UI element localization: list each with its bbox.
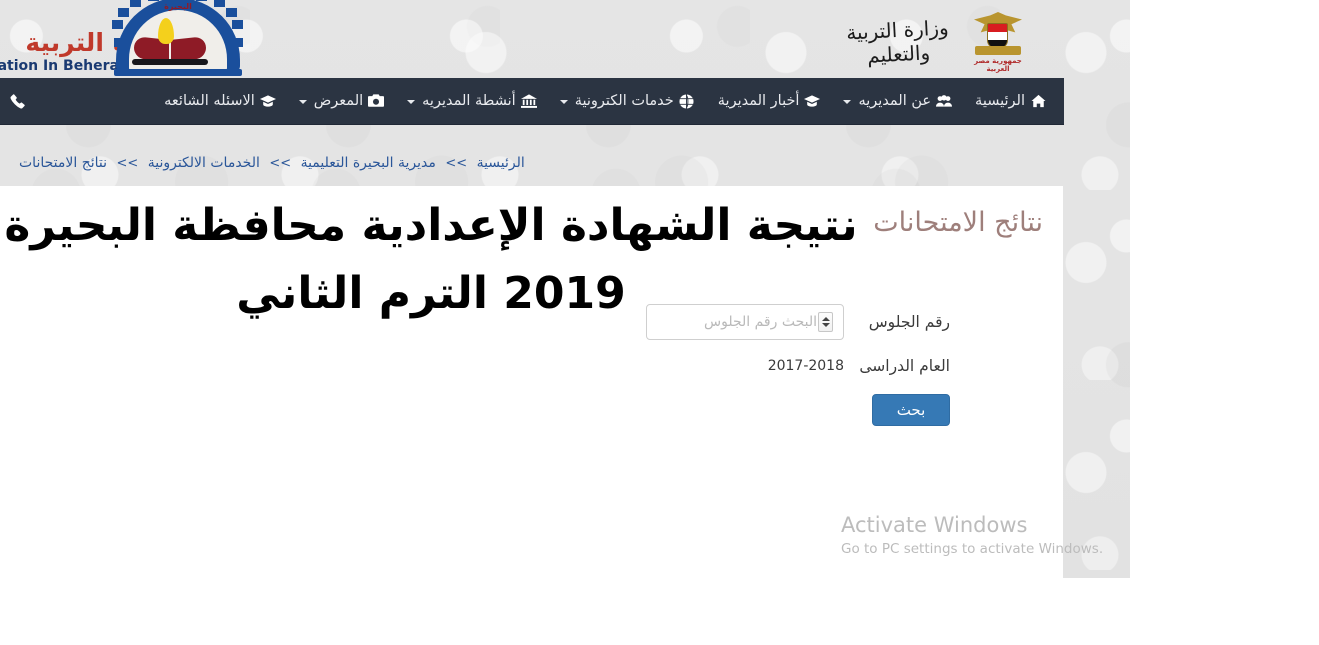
nav-item-eservices[interactable]: خدمات الكترونية: [549, 78, 707, 125]
nav-item-faq[interactable]: الاسئله الشائعه: [153, 78, 288, 125]
chevron-down-icon: [407, 100, 416, 104]
egypt-eagle-emblem-icon: جمهورية مصر العربية: [968, 10, 1028, 73]
nav-label-about: عن المديريه: [858, 93, 932, 109]
breadcrumb-item-directorate[interactable]: مديرية البحيرة التعليمية: [301, 155, 436, 171]
seat-number-row: رقم الجلوس البحث رقم الجلوس: [0, 304, 1063, 340]
nav-item-about[interactable]: عن المديريه: [832, 78, 964, 125]
chevron-down-icon: [559, 100, 568, 104]
directorate-english-title: Education In Behera: [0, 58, 119, 74]
breadcrumb-separator: >>: [445, 156, 468, 171]
exam-result-search-form: رقم الجلوس البحث رقم الجلوس العام الدراس…: [0, 304, 1063, 426]
camera-icon: [368, 93, 385, 109]
nav-item-activities[interactable]: أنشطة المديريه: [396, 78, 549, 125]
nav-label-activities: أنشطة المديريه: [422, 93, 516, 109]
academic-year-label: العام الدراسى: [859, 357, 950, 375]
website-viewport: مديرية التربية Education In Behera: [0, 0, 1130, 578]
emblem-caption: جمهورية مصر العربية: [974, 57, 1022, 73]
nav-label-gallery: المعرض: [313, 93, 364, 109]
chevron-down-icon: [298, 100, 307, 104]
graduation-cap-icon: [259, 93, 276, 109]
nav-item-gallery[interactable]: المعرض: [288, 78, 396, 125]
breadcrumb: الرئيسية >> مديرية البحيرة التعليمية >> …: [0, 155, 1064, 171]
number-stepper[interactable]: [818, 312, 833, 332]
stepper-down-icon[interactable]: [821, 323, 830, 327]
directorate-logo: البحيرة: [108, 0, 248, 82]
academic-year-value: 2017-2018: [767, 358, 844, 374]
breadcrumb-item-eservices[interactable]: الخدمات الالكترونية: [148, 155, 260, 171]
breadcrumb-separator: >>: [269, 156, 292, 171]
academic-year-row: العام الدراسى 2017-2018: [0, 357, 1063, 375]
logo-underbar: [114, 69, 242, 76]
site-header: مديرية التربية Education In Behera: [0, 0, 1130, 78]
nav-label-eservices: خدمات الكترونية: [574, 93, 674, 109]
search-button[interactable]: بحث: [872, 394, 950, 426]
seat-number-input[interactable]: البحث رقم الجلوس: [646, 304, 844, 340]
phone-icon[interactable]: [0, 78, 34, 125]
breadcrumb-item-home[interactable]: الرئيسية: [477, 155, 525, 171]
chevron-down-icon: [843, 100, 852, 104]
nav-item-home[interactable]: الرئيسية: [964, 78, 1058, 125]
home-icon: [1030, 93, 1046, 109]
page-title: نتائج الامتحانات: [873, 207, 1043, 238]
seat-number-placeholder: البحث رقم الجلوس: [704, 314, 817, 330]
users-icon: [936, 93, 953, 109]
stepper-up-icon[interactable]: [821, 317, 830, 321]
nav-item-news[interactable]: أخبار المديرية: [707, 78, 833, 125]
breadcrumb-item-current: نتائج الامتحانات: [19, 155, 108, 171]
globe-icon: [679, 93, 695, 109]
seat-number-label: رقم الجلوس: [868, 313, 950, 331]
screenshot-root: مديرية التربية Education In Behera: [0, 0, 1319, 645]
main-navigation: الرئيسية عن المديريه أخبار المديرية خدما…: [0, 78, 1064, 125]
nav-label-home: الرئيسية: [975, 93, 1025, 109]
graduation-cap-icon: [804, 93, 821, 109]
nav-label-news: أخبار المديرية: [717, 93, 800, 109]
content-panel: نتائج الامتحانات رقم الجلوس البحث رقم ال…: [0, 186, 1063, 578]
ministry-title: وزارة التربية والتعليم: [845, 15, 950, 68]
breadcrumb-separator: >>: [116, 156, 139, 171]
bank-icon: [520, 93, 537, 109]
nav-label-faq: الاسئله الشائعه: [164, 93, 255, 109]
logo-caption: البحيرة: [164, 2, 192, 11]
